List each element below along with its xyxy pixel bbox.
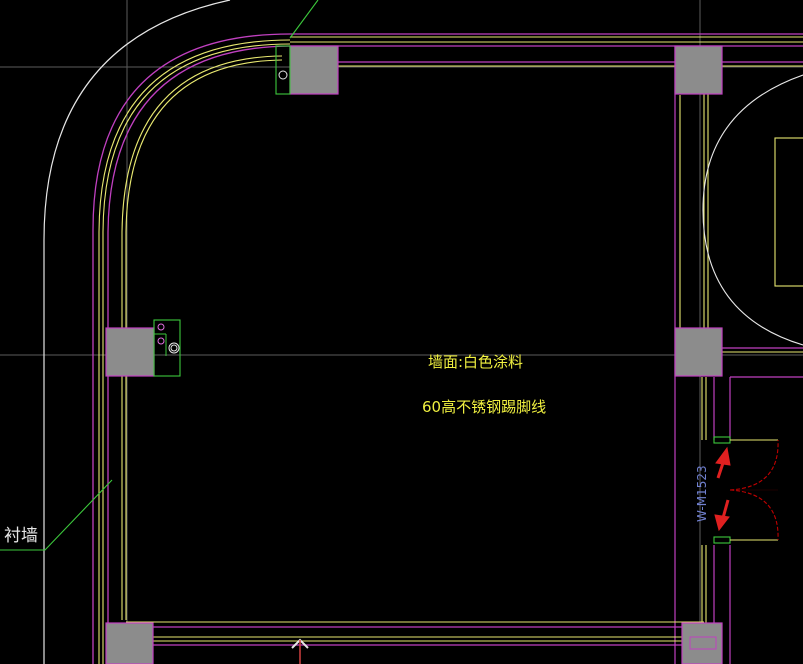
wall-finish-label: 墙面:白色涂料 [428, 353, 523, 371]
lining-wall-label: 衬墙 [4, 526, 38, 546]
column-top-mid [289, 45, 339, 95]
column-left-mid [105, 327, 155, 377]
column-top-right [674, 45, 723, 95]
column-right-mid [674, 327, 723, 377]
baseboard-label: 60高不锈钢踢脚线 [422, 398, 546, 416]
cad-floor-plan: 墙面:白色涂料 60高不锈钢踢脚线 W-M1523 衬墙 [0, 0, 803, 664]
door-tag-label: W-M1523 [695, 465, 709, 522]
column-bottom-left [105, 622, 154, 664]
